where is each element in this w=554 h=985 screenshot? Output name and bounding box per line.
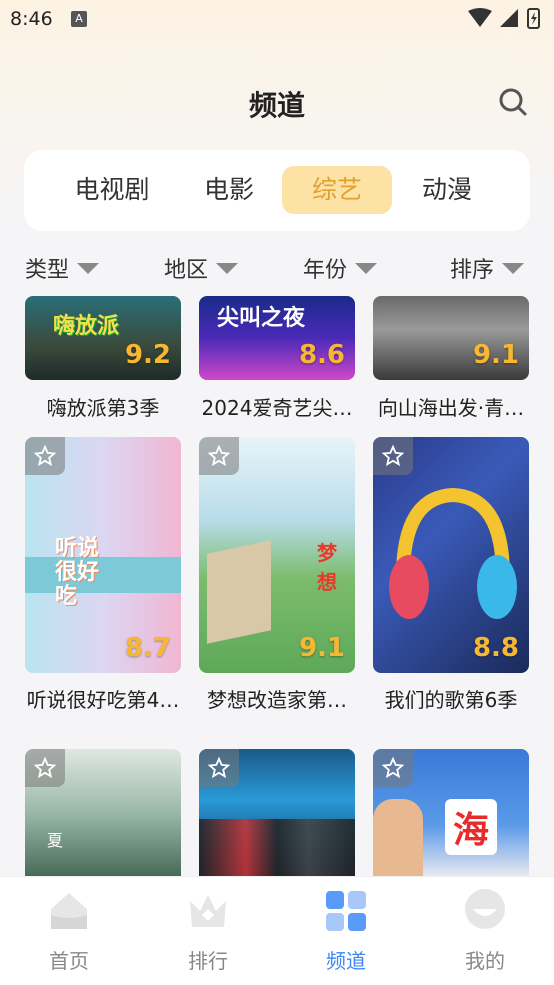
- show-card[interactable]: [199, 749, 355, 876]
- bottom-nav: 首页 排行 频道 我的: [0, 876, 554, 985]
- score-badge: 9.2: [124, 340, 171, 370]
- score-badge: 8.7: [124, 633, 171, 663]
- filter-type[interactable]: 类型: [25, 252, 100, 284]
- show-title: 听说很好吃第4…: [26, 688, 180, 712]
- show-title: 2024爱奇艺尖…: [201, 396, 353, 420]
- show-card[interactable]: 听说很好吃 8.7 听说很好吃第4…: [25, 437, 181, 722]
- show-card[interactable]: 夏: [25, 749, 181, 876]
- favorite-button[interactable]: [199, 749, 239, 787]
- nav-channel-label: 频道: [326, 949, 366, 973]
- signal-icon: [500, 9, 518, 27]
- notification-icon: A: [71, 11, 87, 27]
- dropdown-arrow-icon: [355, 262, 378, 274]
- show-card[interactable]: 尖叫之夜 8.6 2024爱奇艺尖…: [199, 296, 355, 426]
- filter-region[interactable]: 地区: [164, 252, 239, 284]
- show-card[interactable]: 8.8 我们的歌第6季: [373, 437, 529, 722]
- star-icon: [382, 445, 404, 467]
- dropdown-arrow-icon: [216, 262, 239, 274]
- show-card[interactable]: 梦想 9.1 梦想改造家第…: [199, 437, 355, 722]
- poster-image: 嗨放派 9.2: [25, 296, 181, 380]
- show-title: 梦想改造家第…: [207, 688, 347, 712]
- header: 频道: [0, 80, 554, 124]
- poster-text: 尖叫之夜: [217, 306, 306, 331]
- show-card[interactable]: 嗨放派 9.2 嗨放派第3季: [25, 296, 181, 426]
- poster-image: 9.1: [373, 296, 529, 380]
- poster-text: 嗨放派: [53, 314, 120, 339]
- show-card[interactable]: 9.1 向山海出发·青…: [373, 296, 529, 426]
- poster-text: 梦想: [317, 541, 337, 594]
- filter-bar: 类型 地区 年份 排序: [0, 250, 554, 286]
- dropdown-arrow-icon: [77, 262, 100, 274]
- score-badge: 8.8: [472, 633, 519, 663]
- poster-image: 梦想 9.1: [199, 437, 355, 673]
- dropdown-arrow-icon: [502, 262, 525, 274]
- show-title: 向山海出发·青…: [377, 396, 525, 420]
- poster-image: 听说很好吃 8.7: [25, 437, 181, 673]
- poster-image: 8.8: [373, 437, 529, 673]
- tab-tv-series[interactable]: 电视剧: [52, 166, 172, 214]
- nav-profile-label: 我的: [465, 949, 505, 973]
- home-icon: [51, 893, 87, 929]
- star-icon: [208, 445, 230, 467]
- filter-type-label: 类型: [25, 258, 70, 283]
- favorite-button[interactable]: [373, 749, 413, 787]
- star-icon: [208, 757, 230, 779]
- score-badge: 9.1: [298, 633, 345, 663]
- score-badge: 9.1: [472, 340, 519, 370]
- poster-house: [207, 540, 271, 644]
- headphones-graphic: [389, 487, 517, 619]
- nav-home[interactable]: 首页: [19, 887, 119, 974]
- category-tabs: 电视剧 电影 综艺 动漫: [24, 150, 530, 231]
- nav-home-label: 首页: [49, 949, 89, 973]
- wifi-icon: [468, 8, 492, 27]
- profile-icon: [465, 889, 505, 929]
- filter-year[interactable]: 年份: [303, 252, 378, 284]
- favorite-button[interactable]: [373, 437, 413, 475]
- star-icon: [382, 757, 404, 779]
- status-bar: 8:46 A: [0, 0, 554, 40]
- nav-ranking[interactable]: 排行: [158, 887, 258, 974]
- status-time: 8:46: [10, 8, 53, 30]
- filter-year-label: 年份: [303, 258, 348, 283]
- score-badge: 8.6: [298, 340, 345, 370]
- favorite-button[interactable]: [25, 437, 65, 475]
- poster-text: 夏: [47, 831, 64, 850]
- poster-people: [199, 819, 355, 876]
- poster-image: 尖叫之夜 8.6: [199, 296, 355, 380]
- filter-region-label: 地区: [164, 258, 209, 283]
- search-icon[interactable]: [498, 86, 528, 118]
- tab-variety[interactable]: 综艺: [282, 166, 392, 214]
- favorite-button[interactable]: [25, 749, 65, 787]
- poster-image: 夏: [25, 749, 181, 876]
- poster-person: [373, 799, 423, 876]
- favorite-button[interactable]: [199, 437, 239, 475]
- filter-sort-label: 排序: [450, 258, 495, 283]
- grid-icon: [326, 891, 366, 931]
- show-title: 嗨放派第3季: [46, 396, 160, 420]
- tab-movie[interactable]: 电影: [184, 166, 274, 214]
- show-title: 我们的歌第6季: [384, 688, 518, 712]
- nav-channel[interactable]: 频道: [296, 887, 396, 974]
- nav-profile[interactable]: 我的: [435, 887, 535, 974]
- nav-ranking-label: 排行: [188, 949, 228, 973]
- poster-image: [199, 749, 355, 876]
- filter-sort[interactable]: 排序: [450, 252, 525, 284]
- page-title: 频道: [248, 89, 305, 122]
- star-icon: [34, 757, 56, 779]
- show-grid: 嗨放派 9.2 嗨放派第3季 尖叫之夜 8.6 2024爱奇艺尖… 9.1 向山…: [0, 296, 554, 876]
- status-icons: [468, 8, 540, 29]
- tab-anime[interactable]: 动漫: [402, 166, 492, 214]
- poster-image: 海: [373, 749, 529, 876]
- show-card[interactable]: 海: [373, 749, 529, 876]
- poster-text: 听说很好吃: [55, 536, 100, 609]
- star-icon: [34, 445, 56, 467]
- crown-icon: [190, 895, 226, 927]
- poster-text: 海: [445, 799, 498, 855]
